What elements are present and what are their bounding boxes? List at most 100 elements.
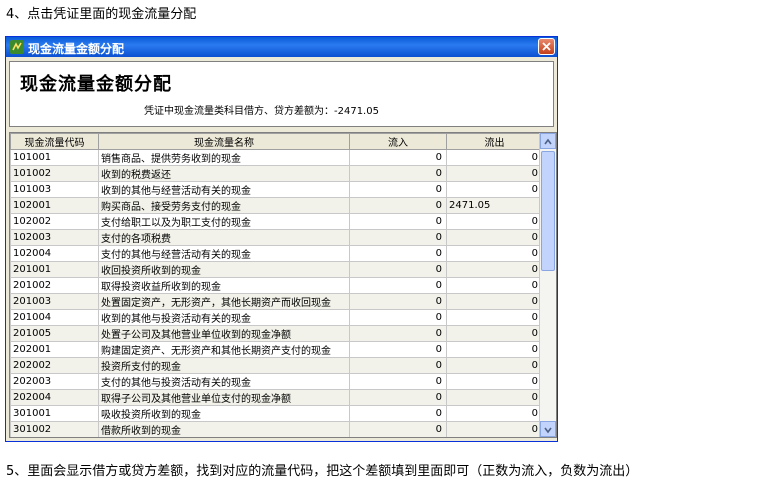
column-header-name[interactable]: 现金流量名称: [98, 133, 350, 150]
row-code-cell: 102001: [10, 197, 99, 214]
row-code-cell: 202001: [10, 341, 99, 358]
row-outflow-cell[interactable]: 0: [446, 389, 543, 406]
row-code-cell: 201005: [10, 325, 99, 342]
table-row[interactable]: 202001 购建固定资产、无形资产和其他长期资产支付的现金 0 0: [10, 341, 543, 358]
row-inflow-cell[interactable]: 0: [349, 293, 447, 310]
window-title: 现金流量金额分配: [28, 42, 125, 56]
row-code-cell: 201001: [10, 261, 99, 278]
balance-difference-text: 凭证中现金流量类科目借方、贷方差额为：-2471.05: [144, 106, 379, 117]
row-inflow-cell[interactable]: 0: [349, 357, 447, 374]
row-code-cell: 102003: [10, 229, 99, 246]
title-bar[interactable]: 现金流量金额分配: [6, 37, 557, 57]
row-code-cell: 202004: [10, 389, 99, 406]
table-row[interactable]: 102004 支付的其他与经营活动有关的现金 0 0: [10, 245, 543, 262]
app-icon: [10, 40, 24, 54]
row-code-cell: 201004: [10, 309, 99, 326]
table-row[interactable]: 201004 收到的其他与投资活动有关的现金 0 0: [10, 309, 543, 326]
table-row[interactable]: 201005 处置子公司及其他营业单位收到的现金净额 0 0: [10, 325, 543, 342]
column-header-inflow[interactable]: 流入: [349, 133, 447, 150]
table-row[interactable]: 201002 取得投资收益所收到的现金 0 0: [10, 277, 543, 294]
row-outflow-cell[interactable]: 0: [446, 181, 543, 198]
row-outflow-cell[interactable]: 0: [446, 149, 543, 166]
table-row[interactable]: 202003 支付的其他与投资活动有关的现金 0 0: [10, 373, 543, 390]
table-row[interactable]: 102001 购买商品、接受劳务支付的现金 0 2471.05: [10, 197, 543, 214]
row-outflow-cell[interactable]: 0: [446, 405, 543, 422]
row-inflow-cell[interactable]: 0: [349, 405, 447, 422]
row-inflow-cell[interactable]: 0: [349, 325, 447, 342]
row-name-cell: 收到的其他与经营活动有关的现金: [98, 181, 350, 198]
table-row[interactable]: 102002 支付给职工以及为职工支付的现金 0 0: [10, 213, 543, 230]
row-outflow-cell[interactable]: 0: [446, 165, 543, 182]
table-row[interactable]: 201003 处置固定资产，无形资产，其他长期资产而收回现金 0 0: [10, 293, 543, 310]
row-inflow-cell[interactable]: 0: [349, 277, 447, 294]
table-row[interactable]: 101002 收到的税费返还 0 0: [10, 165, 543, 182]
row-outflow-cell[interactable]: 0: [446, 293, 543, 310]
row-inflow-cell[interactable]: 0: [349, 309, 447, 326]
row-code-cell: 202002: [10, 357, 99, 374]
row-name-cell: 借款所收到的现金: [98, 421, 350, 437]
column-header-code[interactable]: 现金流量代码: [10, 133, 99, 150]
row-outflow-cell[interactable]: 0: [446, 309, 543, 326]
scroll-thumb[interactable]: [541, 151, 555, 271]
row-name-cell: 支付的各项税费: [98, 229, 350, 246]
close-button[interactable]: [538, 38, 555, 55]
cash-flow-allocation-window: 现金流量金额分配 现金流量金额分配 凭证中现金流量类科目借方、贷方差额为：-24…: [5, 36, 558, 442]
row-inflow-cell[interactable]: 0: [349, 229, 447, 246]
dialog-heading: 现金流量金额分配: [20, 74, 172, 95]
row-inflow-cell[interactable]: 0: [349, 261, 447, 278]
row-code-cell: 102004: [10, 245, 99, 262]
row-inflow-cell[interactable]: 0: [349, 373, 447, 390]
step5-instruction: 5、里面会显示借方或贷方差额，找到对应的流量代码，把这个差额填到里面即可（正数为…: [6, 464, 639, 479]
header-panel: 现金流量金额分配 凭证中现金流量类科目借方、贷方差额为：-2471.05: [9, 61, 554, 127]
row-name-cell: 取得子公司及其他营业单位支付的现金净额: [98, 389, 350, 406]
row-inflow-cell[interactable]: 0: [349, 421, 447, 437]
cash-flow-grid: 现金流量代码 现金流量名称 流入 流出 101001 销售商品、提供劳务收到的现金…: [9, 132, 557, 438]
row-outflow-cell[interactable]: 0: [446, 229, 543, 246]
row-name-cell: 支付的其他与投资活动有关的现金: [98, 373, 350, 390]
table-row[interactable]: 202004 取得子公司及其他营业单位支付的现金净额 0 0: [10, 389, 543, 406]
row-inflow-cell[interactable]: 0: [349, 213, 447, 230]
chevron-down-icon: [544, 427, 552, 434]
row-code-cell: 301001: [10, 405, 99, 422]
vertical-scrollbar[interactable]: [539, 133, 556, 437]
row-code-cell: 102002: [10, 213, 99, 230]
table-row[interactable]: 201001 收回投资所收到的现金 0 0: [10, 261, 543, 278]
row-inflow-cell[interactable]: 0: [349, 149, 447, 166]
row-outflow-cell[interactable]: 0: [446, 325, 543, 342]
table-row[interactable]: 101001 销售商品、提供劳务收到的现金 0 0: [10, 149, 543, 166]
row-inflow-cell[interactable]: 0: [349, 245, 447, 262]
row-inflow-cell[interactable]: 0: [349, 389, 447, 406]
scroll-up-button[interactable]: [540, 133, 556, 149]
row-outflow-cell[interactable]: 0: [446, 357, 543, 374]
row-code-cell: 201002: [10, 277, 99, 294]
column-header-outflow[interactable]: 流出: [446, 133, 543, 150]
row-outflow-cell[interactable]: 0: [446, 421, 543, 437]
row-outflow-cell[interactable]: 2471.05: [446, 197, 543, 214]
row-name-cell: 取得投资收益所收到的现金: [98, 277, 350, 294]
row-outflow-cell[interactable]: 0: [446, 213, 543, 230]
row-name-cell: 购建固定资产、无形资产和其他长期资产支付的现金: [98, 341, 350, 358]
table-row[interactable]: 102003 支付的各项税费 0 0: [10, 229, 543, 246]
row-inflow-cell[interactable]: 0: [349, 197, 447, 214]
row-inflow-cell[interactable]: 0: [349, 341, 447, 358]
row-code-cell: 101001: [10, 149, 99, 166]
row-name-cell: 收回投资所收到的现金: [98, 261, 350, 278]
chevron-up-icon: [544, 138, 552, 145]
step4-instruction: 4、点击凭证里面的现金流量分配: [6, 7, 197, 22]
row-outflow-cell[interactable]: 0: [446, 245, 543, 262]
row-name-cell: 购买商品、接受劳务支付的现金: [98, 197, 350, 214]
row-outflow-cell[interactable]: 0: [446, 277, 543, 294]
table-row[interactable]: 301002 借款所收到的现金 0 0: [10, 421, 543, 437]
row-inflow-cell[interactable]: 0: [349, 181, 447, 198]
table-row[interactable]: 301001 吸收投资所收到的现金 0 0: [10, 405, 543, 422]
row-name-cell: 销售商品、提供劳务收到的现金: [98, 149, 350, 166]
scroll-down-button[interactable]: [540, 421, 556, 437]
close-icon: [542, 42, 551, 51]
row-name-cell: 收到的其他与投资活动有关的现金: [98, 309, 350, 326]
row-outflow-cell[interactable]: 0: [446, 373, 543, 390]
row-outflow-cell[interactable]: 0: [446, 341, 543, 358]
row-outflow-cell[interactable]: 0: [446, 261, 543, 278]
row-inflow-cell[interactable]: 0: [349, 165, 447, 182]
table-row[interactable]: 101003 收到的其他与经营活动有关的现金 0 0: [10, 181, 543, 198]
table-row[interactable]: 202002 投资所支付的现金 0 0: [10, 357, 543, 374]
